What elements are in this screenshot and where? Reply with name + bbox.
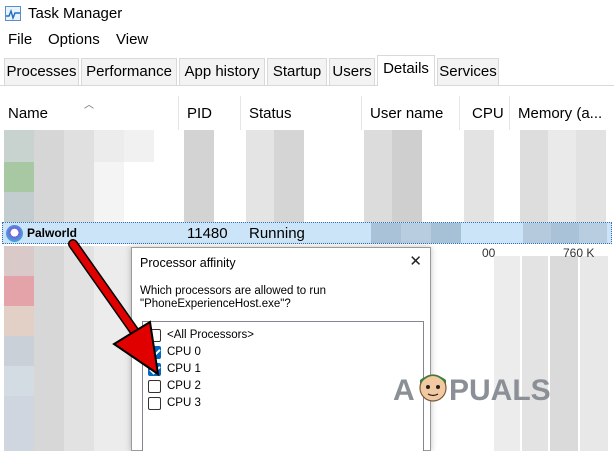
processor-affinity-dialog: Processor affinity ✕ Which processors ar… xyxy=(131,247,431,451)
tab-app-history[interactable]: App history xyxy=(179,58,265,85)
sort-ascending-icon: ︿ xyxy=(84,100,94,111)
checkbox-checked-icon[interactable] xyxy=(148,363,161,376)
dialog-question-line1: Which processors are allowed to run xyxy=(140,285,326,297)
palworld-icon xyxy=(6,225,23,242)
tab-details[interactable]: Details xyxy=(377,55,435,86)
column-pid[interactable]: PID xyxy=(179,96,241,130)
menu-file[interactable]: File xyxy=(8,31,32,48)
column-status[interactable]: Status xyxy=(241,96,362,130)
tab-processes[interactable]: Processes xyxy=(4,58,79,85)
mascot-icon xyxy=(419,374,447,402)
column-memory[interactable]: Memory (a... xyxy=(510,96,614,130)
title-bar: Task Manager xyxy=(0,0,614,28)
process-status: Running xyxy=(249,225,305,242)
watermark-text: PUALS xyxy=(449,374,551,407)
menu-options[interactable]: Options xyxy=(48,31,100,48)
column-user-name[interactable]: User name xyxy=(362,96,460,130)
appuals-watermark: A PUALS xyxy=(393,366,593,410)
dialog-question-line2: "PhoneExperienceHost.exe"? xyxy=(140,298,291,310)
tab-performance[interactable]: Performance xyxy=(81,58,177,85)
checkbox-unchecked-icon[interactable] xyxy=(148,380,161,393)
task-manager-icon xyxy=(5,6,21,21)
partial-cpu-value: 00 xyxy=(482,246,496,260)
checkbox-unchecked-icon[interactable] xyxy=(148,329,161,342)
tab-users[interactable]: Users xyxy=(329,58,375,85)
close-icon[interactable]: ✕ xyxy=(409,252,422,270)
watermark-letter-a: A xyxy=(393,374,415,407)
processor-list: <All Processors> CPU 0 CPU 1 CPU 2 CPU 3 xyxy=(142,321,424,451)
blurred-process-rows-top xyxy=(0,130,614,222)
column-cpu[interactable]: CPU xyxy=(460,96,510,130)
process-pid: 11480 xyxy=(187,225,228,242)
checkbox-checked-icon[interactable] xyxy=(148,346,161,359)
tab-startup[interactable]: Startup xyxy=(267,58,327,85)
process-name: Palworld xyxy=(27,226,78,240)
menu-view[interactable]: View xyxy=(116,31,148,48)
dialog-title: Processor affinity xyxy=(140,256,236,270)
window-title: Task Manager xyxy=(28,5,123,22)
table-row-selected[interactable]: Palworld 11480 Running xyxy=(2,222,612,244)
menu-bar: File Options View xyxy=(0,29,614,53)
tab-bar: Processes Performance App history Startu… xyxy=(0,55,614,86)
tab-services[interactable]: Services xyxy=(437,58,499,85)
checkbox-unchecked-icon[interactable] xyxy=(148,397,161,410)
partial-memory-value: 760 K xyxy=(563,246,595,260)
